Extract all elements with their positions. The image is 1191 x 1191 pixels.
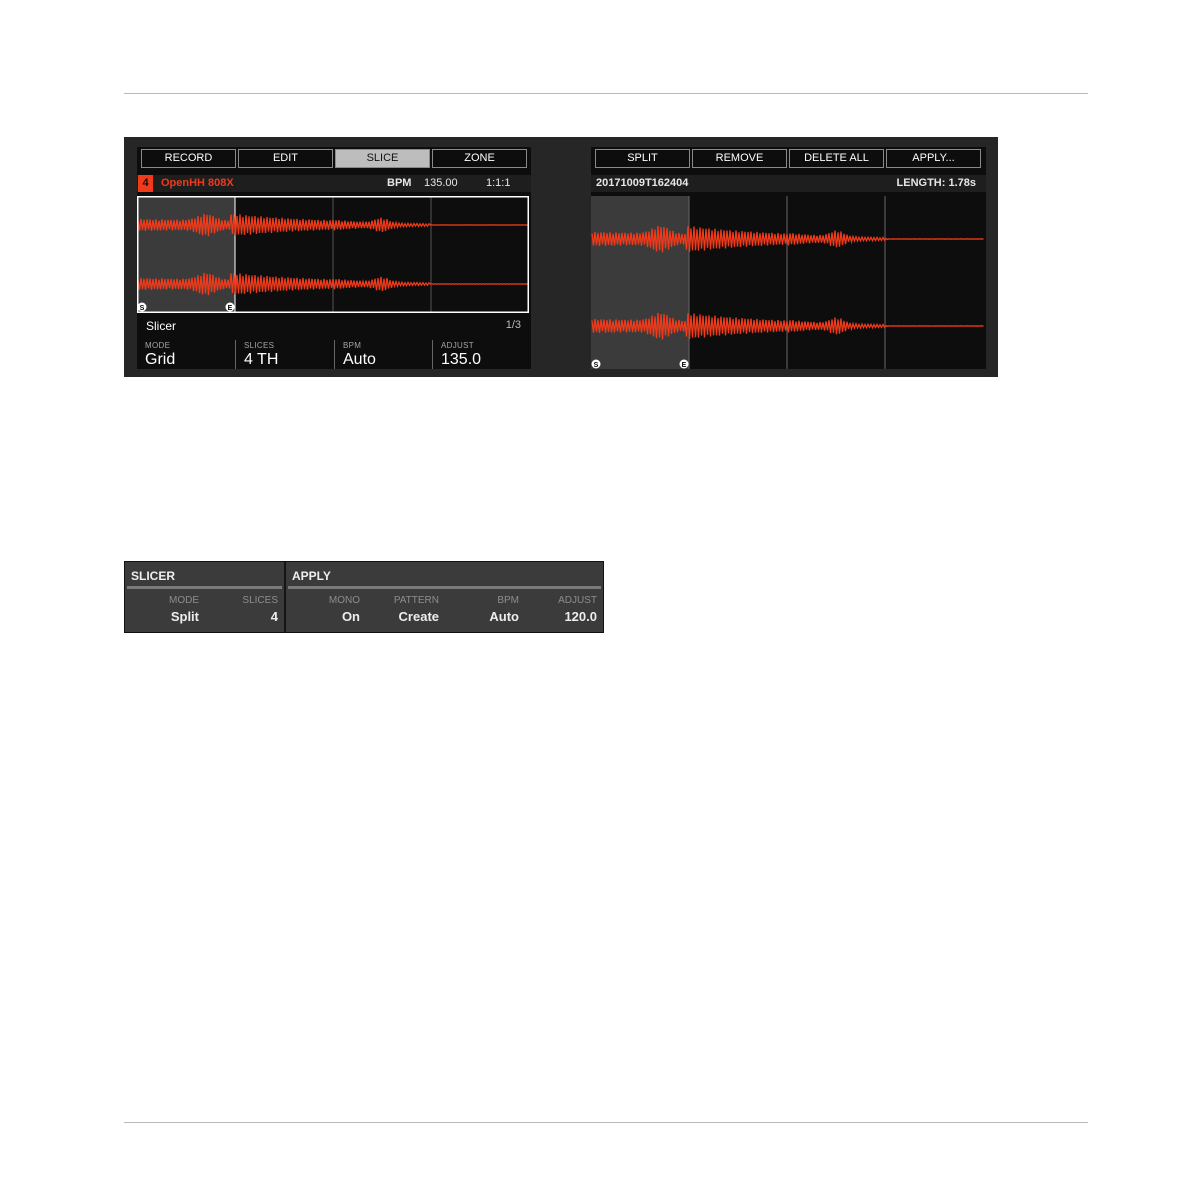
bpm-value: 135.00	[424, 177, 458, 189]
sound-slot-number: 4	[138, 175, 153, 192]
param-slices-label: SLICES	[244, 341, 275, 350]
strip-param-bpm-value: Auto	[489, 609, 519, 624]
footer-rule	[124, 1122, 1088, 1123]
bpm-label: BPM	[387, 177, 412, 189]
slicer-section: SLICER MODE Split SLICES 4	[125, 562, 284, 632]
delete-all-button[interactable]: DELETE ALL	[789, 149, 884, 168]
strip-param-mode-label: MODE	[169, 595, 199, 606]
left-info-bar: 4 OpenHH 808X BPM 135.00 1:1:1	[137, 175, 531, 192]
slice-start-marker-letter: S	[140, 305, 145, 312]
strip-param-mono-value: On	[341, 609, 360, 624]
strip-param-bpm-label: BPM	[497, 595, 519, 606]
strip-param-mono[interactable]: MONO On	[329, 595, 360, 624]
param-bpm-label: BPM	[343, 341, 362, 350]
device-screens-figure: RECORD EDIT SLICE ZONE 4 OpenHH 808X BPM…	[124, 137, 998, 377]
param-slices[interactable]: SLICES 4 TH	[235, 340, 334, 369]
header-rule	[124, 93, 1088, 94]
strip-param-mono-label: MONO	[328, 595, 360, 606]
page-indicator: 1/3	[505, 319, 521, 331]
strip-param-mode-value: Split	[170, 609, 199, 624]
strip-param-adjust[interactable]: ADJUST 120.0	[558, 595, 597, 624]
strip-param-slices-label: SLICES	[242, 595, 278, 606]
apply-button[interactable]: APPLY...	[886, 149, 981, 168]
slicer-section-bar	[127, 586, 282, 589]
slice-start-marker-letter: S	[594, 362, 599, 369]
right-info-bar: 20171009T162404 LENGTH: 1.78s	[591, 175, 986, 192]
param-adjust-label: ADJUST	[441, 341, 474, 350]
left-waveform-display[interactable]: SE	[137, 196, 531, 316]
selected-slice-highlight	[591, 196, 689, 369]
param-bpm-value: Auto	[343, 351, 376, 368]
strip-param-slices-value: 4	[270, 609, 278, 624]
strip-param-pattern[interactable]: PATTERN Create	[394, 595, 439, 624]
record-button[interactable]: RECORD	[141, 149, 236, 168]
apply-section-bar	[288, 586, 601, 589]
strip-param-mode[interactable]: MODE Split	[169, 595, 199, 624]
slicer-apply-header-strip: SLICER MODE Split SLICES 4 APPLY MONO On…	[124, 561, 604, 633]
slicer-label: Slicer	[146, 319, 177, 333]
right-button-row: SPLIT REMOVE DELETE ALL APPLY...	[595, 149, 983, 168]
apply-section: APPLY MONO On PATTERN Create BPM Auto AD…	[286, 562, 603, 632]
param-bpm[interactable]: BPM Auto	[334, 340, 433, 369]
remove-button[interactable]: REMOVE	[692, 149, 787, 168]
right-waveform-display[interactable]: SE	[591, 196, 986, 369]
param-mode-value: Grid	[145, 351, 176, 368]
split-button[interactable]: SPLIT	[595, 149, 690, 168]
right-display: SPLIT REMOVE DELETE ALL APPLY... 2017100…	[591, 147, 986, 369]
sound-name: OpenHH 808X	[161, 177, 234, 189]
edit-button[interactable]: EDIT	[238, 149, 333, 168]
strip-param-pattern-label: PATTERN	[393, 595, 439, 606]
slice-end-marker-letter: E	[228, 305, 233, 312]
slicer-section-title: SLICER	[131, 569, 176, 583]
zone-button[interactable]: ZONE	[432, 149, 527, 168]
param-adjust[interactable]: ADJUST 135.0	[432, 340, 531, 369]
slice-button[interactable]: SLICE	[335, 149, 430, 168]
strip-param-bpm[interactable]: BPM Auto	[489, 595, 519, 624]
param-slices-value: 4 TH	[244, 351, 279, 368]
param-adjust-value: 135.0	[441, 351, 482, 368]
left-button-row: RECORD EDIT SLICE ZONE	[141, 149, 529, 168]
sample-name: 20171009T162404	[596, 177, 689, 189]
strip-param-slices[interactable]: SLICES 4	[242, 595, 278, 624]
strip-param-adjust-label: ADJUST	[558, 595, 597, 606]
strip-param-pattern-value: Create	[398, 609, 439, 624]
apply-section-title: APPLY	[292, 569, 331, 583]
slice-end-marker-letter: E	[682, 362, 687, 369]
left-display: RECORD EDIT SLICE ZONE 4 OpenHH 808X BPM…	[137, 147, 531, 369]
param-mode[interactable]: MODE Grid	[137, 340, 235, 369]
param-mode-label: MODE	[145, 341, 171, 350]
song-position: 1:1:1	[486, 177, 511, 189]
sample-length: LENGTH: 1.78s	[896, 177, 976, 189]
selected-slice-highlight	[137, 196, 235, 313]
strip-param-adjust-value: 120.0	[564, 609, 597, 624]
